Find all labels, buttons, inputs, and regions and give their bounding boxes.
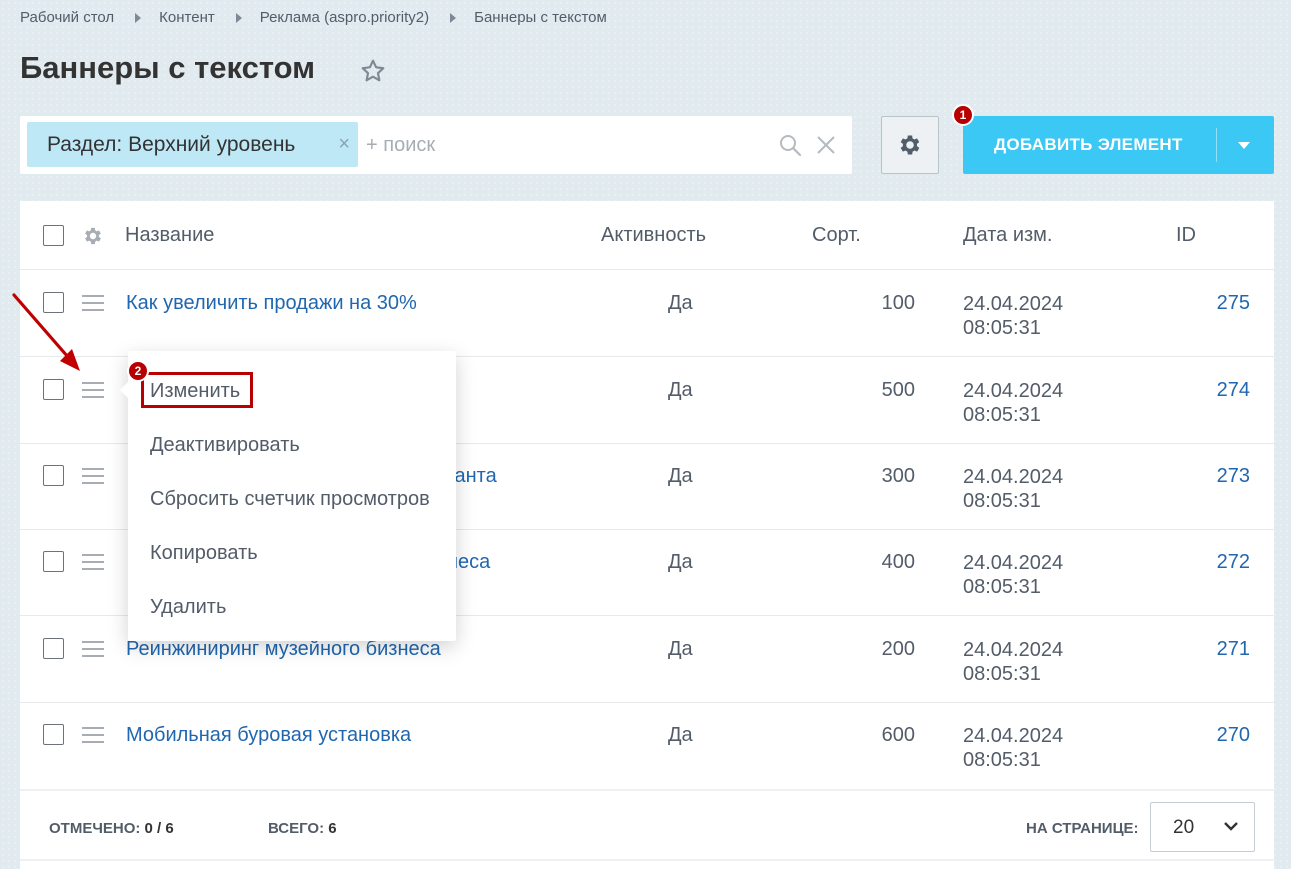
row-id-link[interactable]: 270 (1170, 724, 1250, 747)
column-header-sort[interactable]: Сорт. (812, 224, 861, 247)
row-sort: 100 (881, 292, 915, 314)
add-element-button[interactable]: ДОБАВИТЬ ЭЛЕМЕНТ (963, 116, 1274, 174)
row-date: 24.04.2024 08:05:31 (963, 551, 1063, 599)
selected-count: ОТМЕЧЕНО: 0 / 6 (49, 820, 174, 837)
row-date-day: 24.04.2024 (963, 639, 1064, 661)
filter-chip-section[interactable]: Раздел: Верхний уровень × (27, 122, 358, 167)
row-active: Да (668, 551, 693, 573)
row-id-link[interactable]: 273 (1170, 465, 1250, 488)
row-date-day: 24.04.2024 (963, 552, 1064, 574)
total-value: 6 (328, 820, 337, 837)
row-active: Да (668, 292, 693, 314)
chevron-down-icon (1224, 822, 1238, 831)
grid-header: Название Активность Сорт. Дата изм. ID (20, 201, 1274, 270)
total-count: ВСЕГО: 6 (268, 820, 337, 837)
row-id-link[interactable]: 275 (1170, 292, 1250, 315)
search-icon[interactable] (778, 133, 802, 157)
row-name-link[interactable]: Реинжиниринг музейного бизнеса (126, 638, 441, 661)
filter-bar: Раздел: Верхний уровень × (20, 116, 852, 174)
row-name-link[interactable]: Мобильная буровая установка (126, 724, 411, 747)
row-actions-menu-icon[interactable] (82, 468, 104, 484)
select-all-checkbox[interactable] (43, 225, 64, 246)
row-actions-menu-icon[interactable] (82, 554, 104, 570)
step-marker-1: 1 (952, 104, 974, 126)
table-row: Как увеличить продажи на 30% Да 100 24.0… (20, 270, 1274, 357)
row-sort: 600 (881, 724, 915, 746)
breadcrumb: Рабочий стол Контент Реклама (aspro.prio… (20, 9, 607, 26)
row-checkbox[interactable] (43, 465, 64, 486)
selected-label: ОТМЕЧЕНО: (49, 820, 141, 837)
filter-chip-label: Раздел: Верхний уровень (47, 132, 296, 156)
row-date-day: 24.04.2024 (963, 466, 1064, 488)
grid-footer: ОТМЕЧЕНО: 0 / 6 ВСЕГО: 6 НА СТРАНИЦЕ: 20 (20, 789, 1274, 861)
row-date-time: 08:05:31 (963, 317, 1041, 339)
row-date: 24.04.2024 08:05:31 (963, 724, 1063, 772)
menu-item-delete[interactable]: Удалить (150, 596, 226, 619)
row-active: Да (668, 465, 693, 487)
row-checkbox[interactable] (43, 724, 64, 745)
row-sort: 300 (881, 465, 915, 487)
row-date-day: 24.04.2024 (963, 725, 1064, 747)
breadcrumb-ads[interactable]: Реклама (aspro.priority2) (260, 9, 429, 26)
row-date-time: 08:05:31 (963, 749, 1041, 771)
button-divider (1216, 128, 1217, 162)
page-title: Баннеры с текстом (20, 50, 316, 85)
row-active: Да (668, 724, 693, 746)
step-marker-2: 2 (127, 360, 149, 382)
column-header-id[interactable]: ID (1176, 224, 1196, 247)
row-id-link[interactable]: 271 (1170, 638, 1250, 661)
breadcrumb-desktop[interactable]: Рабочий стол (20, 9, 114, 26)
row-sort: 200 (881, 638, 915, 660)
edit-highlight-frame (141, 372, 253, 408)
row-date-time: 08:05:31 (963, 404, 1041, 426)
row-sort: 400 (881, 551, 915, 573)
row-checkbox[interactable] (43, 638, 64, 659)
total-label: ВСЕГО: (268, 820, 325, 837)
row-name-link[interactable]: Как увеличить продажи на 30% (126, 292, 417, 315)
breadcrumb-separator-icon (450, 12, 457, 23)
menu-item-copy[interactable]: Копировать (150, 542, 258, 565)
per-page-label: НА СТРАНИЦЕ: (1026, 820, 1139, 837)
column-header-date[interactable]: Дата изм. (963, 224, 1053, 247)
row-active: Да (668, 638, 693, 660)
breadcrumb-separator-icon (135, 12, 142, 23)
clear-search-icon[interactable] (815, 134, 837, 156)
column-header-active[interactable]: Активность (601, 224, 706, 247)
gear-icon (900, 135, 920, 155)
row-date-time: 08:05:31 (963, 576, 1041, 598)
row-actions-menu-icon[interactable] (82, 641, 104, 657)
breadcrumb-content[interactable]: Контент (159, 9, 215, 26)
breadcrumb-separator-icon (235, 12, 242, 23)
settings-button[interactable] (881, 116, 939, 174)
row-date-day: 24.04.2024 (963, 293, 1064, 315)
add-element-label: ДОБАВИТЬ ЭЛЕМЕНТ (994, 135, 1183, 154)
menu-item-deactivate[interactable]: Деактивировать (150, 434, 300, 457)
row-date: 24.04.2024 08:05:31 (963, 465, 1063, 513)
row-date-day: 24.04.2024 (963, 380, 1064, 402)
dropdown-caret-icon[interactable] (1238, 142, 1250, 149)
row-date-time: 08:05:31 (963, 490, 1041, 512)
row-active: Да (668, 379, 693, 401)
search-input[interactable] (366, 130, 766, 160)
annotation-arrow-icon (12, 293, 80, 371)
column-settings-icon[interactable] (82, 225, 104, 247)
star-icon[interactable] (360, 58, 386, 84)
row-id-link[interactable]: 274 (1170, 379, 1250, 402)
breadcrumb-current[interactable]: Баннеры с текстом (474, 9, 607, 26)
selected-value: 0 / 6 (144, 820, 174, 837)
column-header-name[interactable]: Название (125, 224, 214, 247)
row-sort: 500 (881, 379, 915, 401)
row-date: 24.04.2024 08:05:31 (963, 292, 1063, 340)
row-date: 24.04.2024 08:05:31 (963, 379, 1063, 427)
row-date: 24.04.2024 08:05:31 (963, 638, 1063, 686)
row-date-time: 08:05:31 (963, 663, 1041, 685)
row-actions-menu-icon[interactable] (82, 727, 104, 743)
row-id-link[interactable]: 272 (1170, 551, 1250, 574)
per-page-value: 20 (1173, 817, 1195, 838)
menu-item-reset-views[interactable]: Сбросить счетчик просмотров (150, 488, 430, 511)
row-checkbox[interactable] (43, 551, 64, 572)
chip-close-icon[interactable]: × (338, 133, 350, 156)
per-page-select[interactable]: 20 (1150, 802, 1255, 852)
table-row: Мобильная буровая установка Да 600 24.04… (20, 702, 1274, 789)
